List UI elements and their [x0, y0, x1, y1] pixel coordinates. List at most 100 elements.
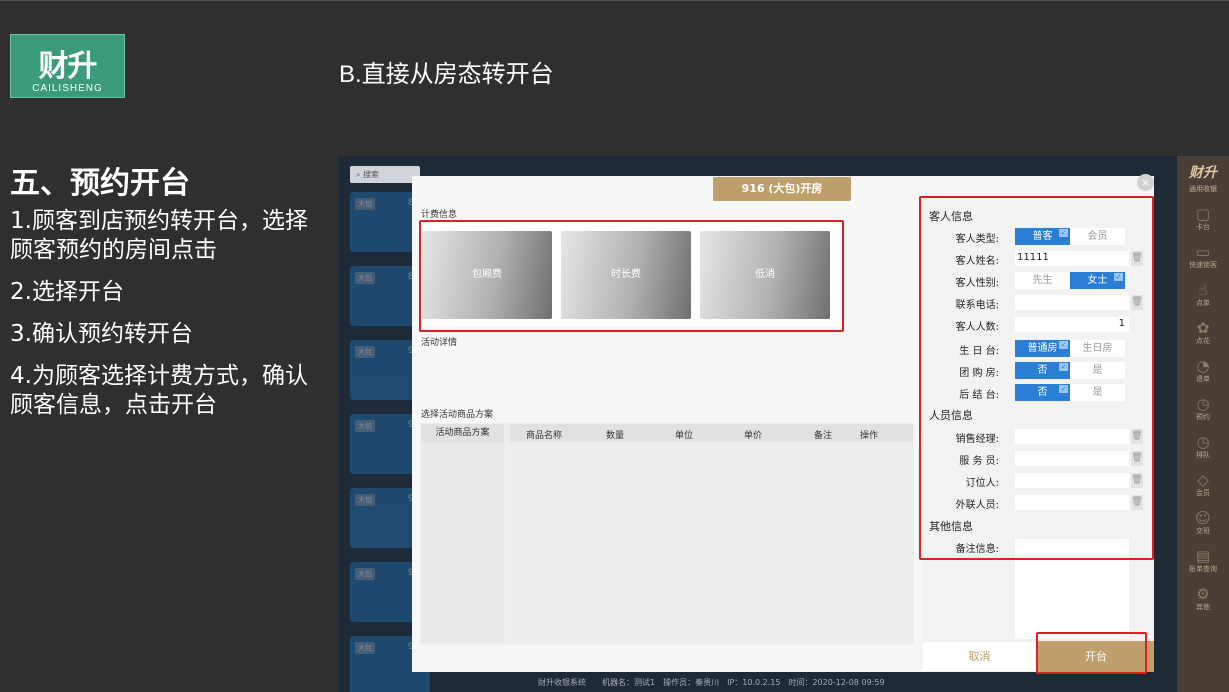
billing-room-fee-button[interactable]: 包厢费 — [422, 231, 552, 319]
top-divider — [0, 0, 1229, 1]
dialog-title: 916 (大包)开房 — [713, 177, 851, 201]
column-header: 单价 — [744, 431, 763, 441]
open-room-button[interactable]: 开台 — [1038, 641, 1154, 672]
sidebar-item-queue[interactable]: ◷ 排队 — [1177, 434, 1229, 460]
outside-staff-field[interactable] — [1015, 495, 1129, 510]
plan-list[interactable]: 活动商品方案 — [421, 424, 504, 643]
guest-count-field[interactable]: 1 — [1015, 317, 1129, 332]
sidebar-item-label: 退单 — [1196, 375, 1210, 383]
close-icon[interactable]: × — [1137, 174, 1154, 191]
guest-name-label: 客人姓名: — [955, 256, 999, 267]
sidebar-item-return[interactable]: ◔ 退单 — [1177, 358, 1229, 384]
sidebar-brand-sub: 通用收银 — [1189, 185, 1217, 193]
app-sidebar: 财升 通用收银 ▢ 卡台 ▭ 快速锁客 ☝ 点单 ✿ 点花 ◔ 退单 ◷ 预约 ◷ 排队 ◇ 会… — [1177, 156, 1229, 692]
plan-label: 选择活动商品方案 — [421, 410, 494, 420]
booker-label: 订位人: — [965, 478, 999, 489]
billing-options: 包厢费 时长费 低消 — [420, 222, 844, 326]
guest-info-panel: 客人信息 客人类型: 普客 ✓ 会员 客人姓名: 11111 🗑 客人性别: 先生… — [921, 198, 1154, 672]
sidebar-item-label: 点单 — [1196, 299, 1210, 307]
step-3: 3.确认预约转开台 — [10, 321, 193, 347]
guest-type-regular-option[interactable]: 普客 ✓ — [1015, 228, 1070, 245]
waiter-field[interactable] — [1015, 451, 1129, 466]
phone-label: 联系电话: — [955, 300, 999, 311]
sales-manager-label: 销售经理: — [955, 434, 999, 445]
hand-pointer-icon: ☝ — [1198, 281, 1208, 299]
room-search-input[interactable]: ⌕ 搜索 — [350, 166, 420, 183]
sales-manager-field[interactable] — [1015, 429, 1129, 444]
birthday-room-option[interactable]: 生日房 — [1070, 340, 1125, 357]
birthday-normal-option[interactable]: 普通房 ✓ — [1015, 340, 1070, 357]
app-status-bar: 财升收银系统 机器名：测试1 操作员：秦贵川 IP：10.0.2.15 时间：2… — [538, 678, 885, 687]
check-icon: ✓ — [1114, 273, 1123, 281]
group-buy-no-option[interactable]: 否 ✓ — [1015, 362, 1070, 379]
lock-card-icon: ▭ — [1195, 243, 1211, 261]
trash-icon[interactable]: 🗑 — [1131, 295, 1143, 310]
plan-goods-header: 商品名称 数量 单位 单价 备注 操作 — [510, 424, 913, 442]
sidebar-item-shift[interactable]: ☺ 交班 — [1177, 510, 1229, 536]
phone-field[interactable] — [1015, 295, 1129, 310]
sidebar-item-quick-lock[interactable]: ▭ 快速锁客 — [1177, 244, 1229, 270]
sidebar-item-order[interactable]: ☝ 点单 — [1177, 282, 1229, 308]
billing-label: 计费信息 — [421, 210, 458, 220]
sidebar-brand: 财升 — [1189, 165, 1217, 181]
cancel-button[interactable]: 取消 — [921, 641, 1038, 672]
gender-female-option[interactable]: 女士 ✓ — [1070, 272, 1125, 289]
sidebar-item-label: 卡台 — [1196, 223, 1210, 231]
postpay-label: 后 结 台: — [959, 390, 999, 401]
sidebar-item-other[interactable]: ⚙ 其他 — [1177, 586, 1229, 612]
logo-name-cn: 财升 — [38, 49, 98, 84]
remark-field[interactable] — [1015, 539, 1129, 639]
group-buy-yes-option[interactable]: 是 — [1070, 362, 1125, 379]
sidebar-item-bill-query[interactable]: ▤ 账单查询 — [1177, 548, 1229, 574]
billing-min-spend-button[interactable]: 低消 — [700, 231, 830, 319]
plan-table: 活动商品方案 商品名称 数量 单位 单价 备注 操作 — [420, 423, 914, 645]
postpay-no-option[interactable]: 否 ✓ — [1015, 384, 1070, 401]
sidebar-item-label: 预约 — [1196, 413, 1210, 421]
gear-icon: ⚙ — [1196, 585, 1210, 603]
guest-type-member-option[interactable]: 会员 — [1070, 228, 1125, 245]
sidebar-item-reservation[interactable]: ◷ 预约 — [1177, 396, 1229, 422]
check-icon: ✓ — [1059, 363, 1068, 371]
billing-duration-fee-button[interactable]: 时长费 — [561, 231, 691, 319]
guest-name-field[interactable]: 11111 — [1015, 251, 1129, 266]
plan-goods-table: 商品名称 数量 单位 单价 备注 操作 — [510, 424, 913, 643]
logo-name-en: CAILISHENG — [32, 83, 103, 94]
waiter-label: 服 务 员: — [959, 456, 999, 467]
sidebar-item-flowers[interactable]: ✿ 点花 — [1177, 320, 1229, 346]
trash-icon[interactable]: 🗑 — [1131, 251, 1143, 266]
other-info-heading: 其他信息 — [929, 520, 973, 533]
section-heading: 五、预约开台 — [10, 166, 190, 201]
trash-icon[interactable]: 🗑 — [1131, 495, 1143, 510]
sidebar-item-label: 交班 — [1196, 527, 1210, 535]
plan-list-header: 活动商品方案 — [421, 424, 504, 442]
sidebar-item-rooms[interactable]: ▢ 卡台 — [1177, 206, 1229, 232]
trash-icon[interactable]: 🗑 — [1131, 451, 1143, 466]
sidebar-item-member[interactable]: ◇ 会员 — [1177, 472, 1229, 498]
gender-male-option[interactable]: 先生 — [1015, 272, 1070, 289]
column-header: 商品名称 — [526, 431, 563, 441]
sidebar-item-label: 账单查询 — [1189, 565, 1217, 573]
column-header: 备注 — [814, 431, 833, 441]
open-room-dialog: 916 (大包)开房 × 计费信息 包厢费 时长费 低消 活动详情 选择活动商品… — [412, 174, 1154, 672]
bill-icon: ▤ — [1195, 547, 1211, 565]
check-icon: ✓ — [1059, 385, 1068, 393]
trash-icon[interactable]: 🗑 — [1131, 429, 1143, 444]
column-header: 单位 — [675, 431, 694, 441]
step-4: 4.为顾客选择计费方式，确认顾客信息，点击开台 — [10, 363, 308, 418]
step-list: 1.顾客到店预约转开台，选择顾客预约的房间点击 2.选择开台 3.确认预约转开台… — [10, 207, 328, 433]
guest-gender-label: 客人性别: — [955, 278, 999, 289]
trash-icon[interactable]: 🗑 — [1131, 473, 1143, 488]
column-header: 数量 — [606, 431, 625, 441]
clock-icon: ◷ — [1196, 395, 1210, 413]
return-icon: ◔ — [1196, 357, 1210, 375]
card-icon: ▢ — [1195, 205, 1211, 223]
booker-field[interactable] — [1015, 473, 1129, 488]
check-icon: ✓ — [1059, 341, 1068, 349]
birthday-toggle: 普通房 ✓ 生日房 — [1015, 340, 1125, 357]
room-tag: 大包 — [355, 198, 375, 210]
clock-icon: ◷ — [1196, 433, 1210, 451]
room-tag: 大包 — [355, 568, 375, 580]
guest-info-heading: 客人信息 — [929, 210, 973, 223]
postpay-yes-option[interactable]: 是 — [1070, 384, 1125, 401]
guest-type-toggle: 普客 ✓ 会员 — [1015, 228, 1125, 245]
